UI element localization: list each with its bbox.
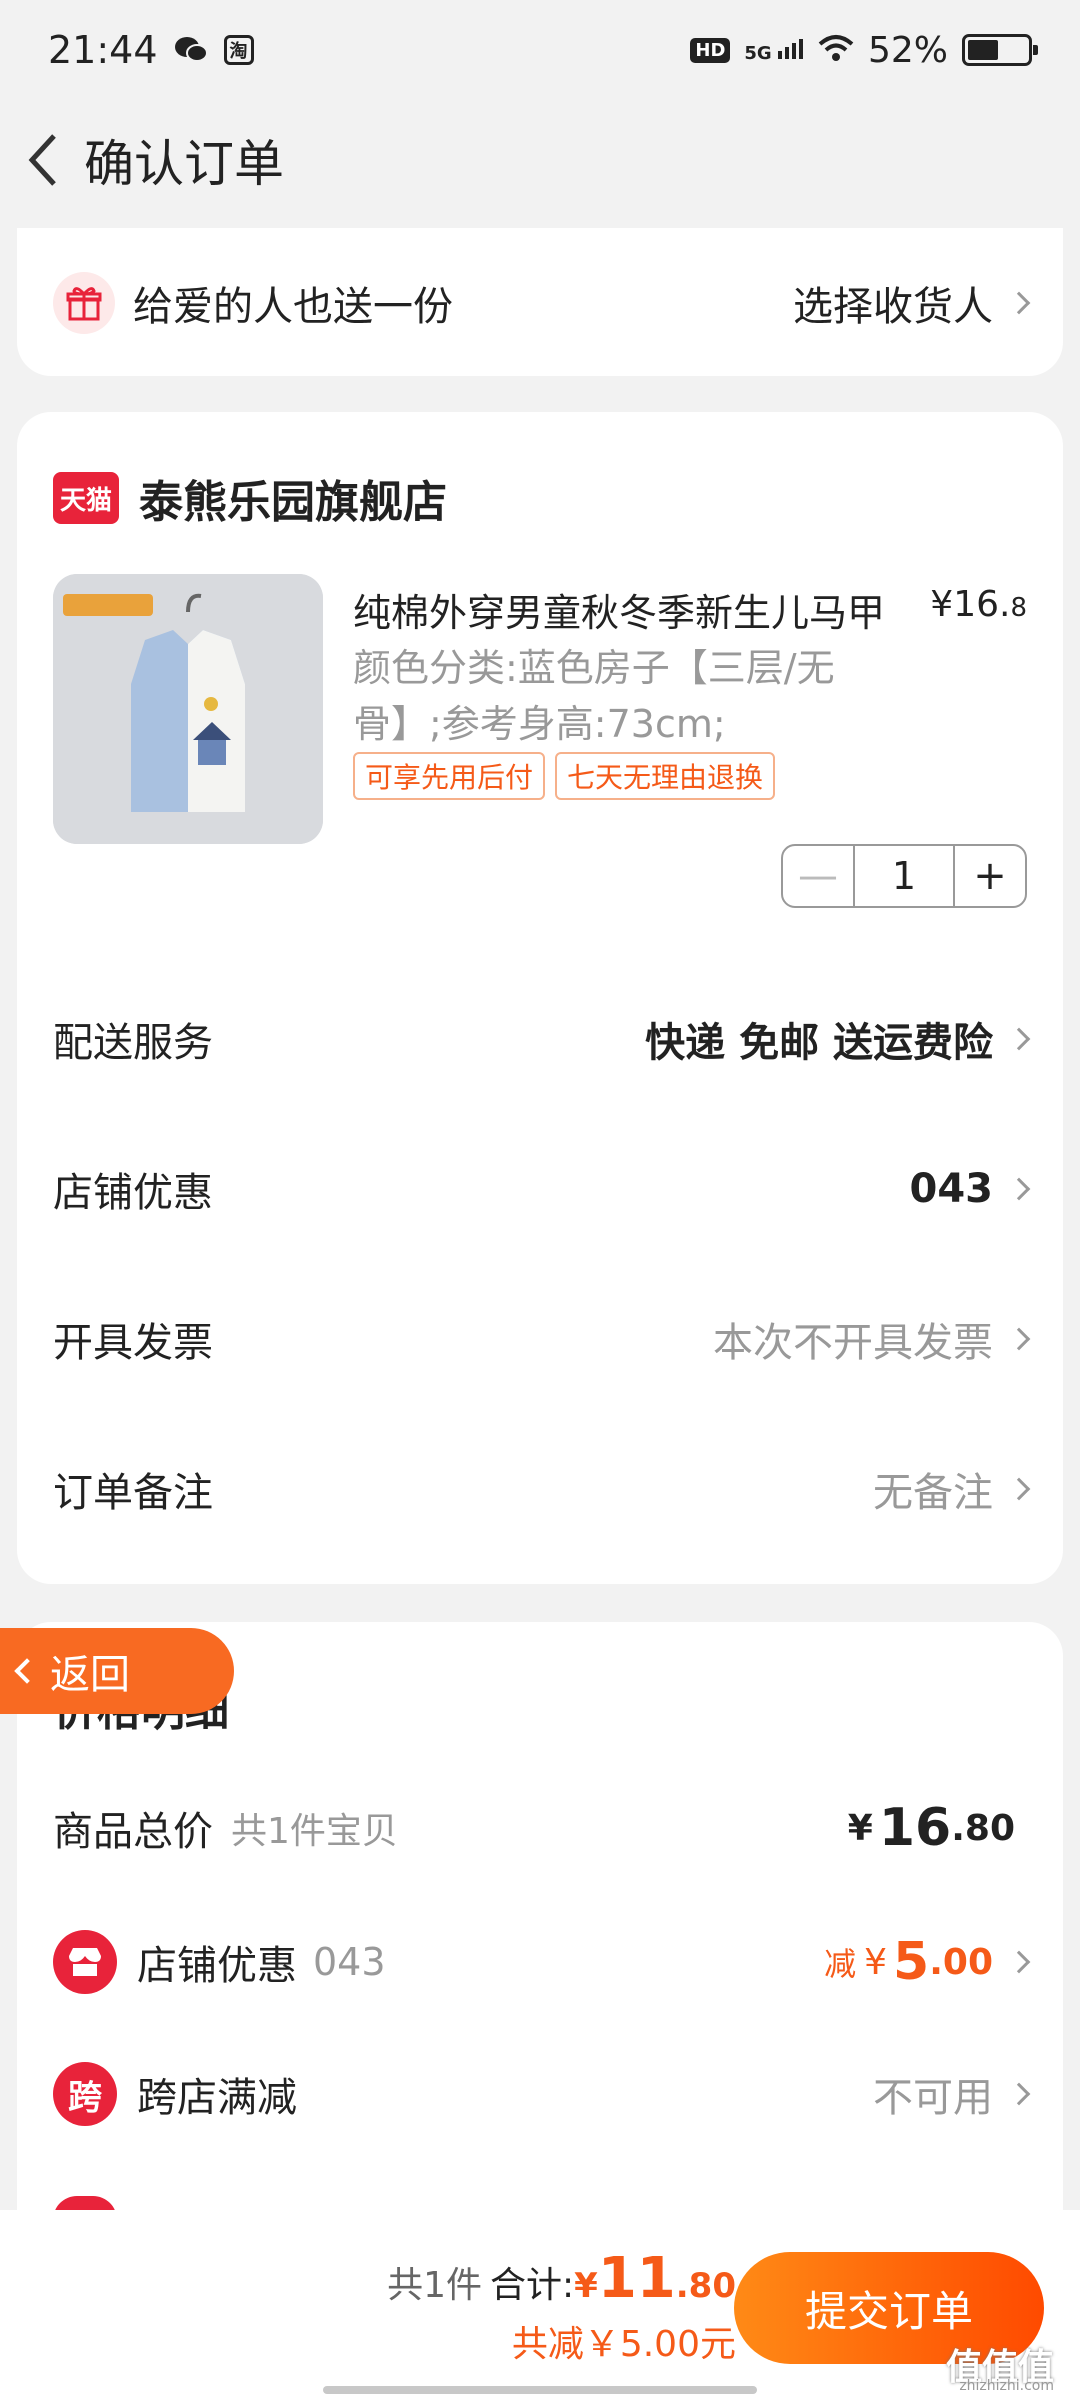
cross-store-label: 跨店满减 [137,2075,297,2121]
goods-total-int: 16 [878,1798,952,1858]
cross-store-icon: 跨 [53,2062,117,2126]
price-shop-discount-code: 043 [313,1940,386,1984]
goods-total-row: 商品总价 共1件宝贝 ¥ 16 .80 [53,1798,1027,1858]
page-title: 确认订单 [84,135,284,193]
saved-amount: 共减￥5.00元 [511,2324,736,2365]
shop-discount-value: 043 [909,1166,994,1212]
network-type: 5G [744,42,772,64]
gift-card[interactable]: 给爱的人也送一份 选择收货人 [17,228,1063,376]
shop-discount-row[interactable]: 店铺优惠 043 [53,1160,1031,1218]
taobao-icon: 淘 [223,35,254,65]
chevron-right-icon [1007,1027,1031,1051]
decrease-button[interactable]: — [783,846,855,906]
wechat-icon [174,35,208,65]
product-sku[interactable]: 颜色分类:蓝色房子【三层/无骨】;参考身高:73cm; [353,640,883,752]
goods-count: 共1件宝贝 [231,1811,398,1852]
watermark-url: zhizhizhi.com [959,2378,1054,2394]
order-summary: 共1件 合计:¥11.80 共减￥5.00元 [387,2246,736,2367]
order-note-value: 无备注 [873,1470,993,1516]
shop-icon [53,1930,117,1994]
sum-label: 合计: [490,2265,575,2306]
hd-icon: HD [690,37,731,63]
status-time: 21:44 [48,28,158,72]
quantity-value[interactable]: 1 [855,854,953,898]
floating-back-label: 返回 [50,1652,130,1698]
choose-recipient-link[interactable]: 选择收货人 [793,274,993,332]
goods-total-label: 商品总价 [53,1809,213,1855]
discount-prefix: 减 [824,1945,857,1983]
order-note-label: 订单备注 [53,1470,213,1516]
discount-int: 5 [893,1932,930,1992]
invoice-label: 开具发票 [53,1320,213,1366]
price-detail-card: 价格明细 商品总价 共1件宝贝 ¥ 16 .80 店铺优惠 043 减 ¥ 5 … [17,1622,1063,2262]
total-currency: ¥ [574,2266,598,2306]
chevron-right-icon [1007,1477,1031,1501]
product-image[interactable] [53,574,323,844]
price-shop-discount-row[interactable]: 店铺优惠 043 减 ¥ 5 .00 [53,1930,1031,1994]
cross-store-value: 不可用 [873,2075,993,2121]
cross-store-row[interactable]: 跨 跨店满减 不可用 [53,2062,1031,2126]
order-note-row[interactable]: 订单备注 无备注 [53,1460,1031,1518]
shop-discount-label: 店铺优惠 [53,1170,213,1216]
chevron-right-icon [1007,1950,1031,1974]
discount-dec: .00 [929,1941,993,1983]
product-title[interactable]: 纯棉外穿男童秋冬季新生儿马甲 [353,582,885,637]
shop-name[interactable]: 泰熊乐园旗舰店 [139,466,447,530]
battery-icon [962,34,1038,66]
invoice-value: 本次不开具发票 [713,1320,993,1366]
total-dec: .80 [675,2266,736,2306]
chevron-right-icon [1007,2082,1031,2106]
product-price: ¥16.8 [930,584,1027,625]
home-indicator[interactable] [323,2386,757,2394]
delivery-row[interactable]: 配送服务 快递 免邮 送运费险 [53,1010,1031,1068]
chevron-right-icon [1007,291,1031,315]
chevron-right-icon [1007,1327,1031,1351]
item-count: 共1件 [387,2265,483,2306]
wifi-icon [818,30,854,71]
total-int: 11 [597,2246,676,2311]
tag-seven-day-return: 七天无理由退换 [555,752,776,800]
discount-currency: ¥ [864,1941,888,1983]
delivery-label: 配送服务 [53,1020,213,1066]
shop-card: 天猫 泰熊乐园旗舰店 纯棉外穿男童秋冬季新生儿马甲 ¥16.8 颜色分类:蓝色房… [17,412,1063,1584]
chevron-right-icon [1007,1177,1031,1201]
signal-icon: 5G [744,37,804,64]
goods-total-currency: ¥ [847,1807,873,1849]
increase-button[interactable]: + [953,846,1025,906]
invoice-row[interactable]: 开具发票 本次不开具发票 [53,1310,1031,1368]
floating-back-button[interactable]: 返回 [0,1628,234,1714]
product-price-cents: 8 [1010,593,1027,623]
price-shop-discount-label: 店铺优惠 [137,1943,297,1989]
goods-total-dec: .80 [951,1807,1015,1849]
title-bar: 确认订单 [0,110,1080,210]
status-bar: 21:44 淘 HD 5G 52% [0,0,1080,100]
tmall-logo: 天猫 [53,472,119,524]
back-button[interactable] [14,130,74,190]
tag-pay-later: 可享先用后付 [353,752,546,800]
battery-percent: 52% [867,29,948,71]
quantity-stepper: — 1 + [781,844,1027,908]
bottom-bar: 共1件 合计:¥11.80 共减￥5.00元 提交订单 [0,2210,1080,2400]
delivery-value: 快递 免邮 送运费险 [645,1020,993,1066]
chevron-left-icon [14,1658,40,1684]
gift-icon [53,272,115,334]
chevron-left-icon [28,134,56,186]
gift-label: 给爱的人也送一份 [133,284,453,330]
product-price-main: ¥16. [930,584,1011,625]
